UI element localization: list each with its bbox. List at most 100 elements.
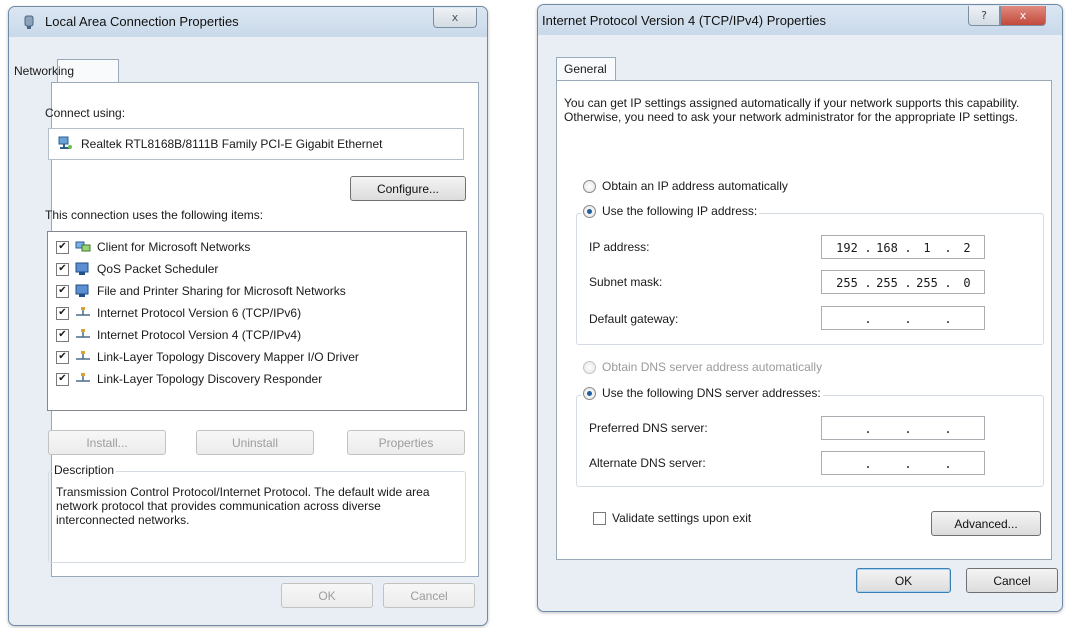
service-icon [75,262,93,276]
item-checkbox[interactable]: ✔ [56,284,69,298]
tab-general[interactable]: General [556,57,616,81]
list-item[interactable]: ✔ Internet Protocol Version 4 (TCP/IPv4) [56,324,466,346]
obtain-ip-auto-label: Obtain an IP address automatically [602,179,788,193]
description-label: Description [52,463,117,477]
validate-checkbox[interactable] [593,511,606,525]
use-following-dns-label: Use the following DNS server addresses: [602,386,821,400]
local-area-connection-properties-window: Local Area Connection Properties x Netwo… [8,6,488,626]
item-label: Internet Protocol Version 4 (TCP/IPv4) [97,328,302,342]
left-ok-button[interactable]: OK [281,583,373,608]
properties-button[interactable]: Properties [347,430,465,455]
use-following-ip-option[interactable]: Use the following IP address: [581,204,760,218]
ip-address-label: IP address: [589,240,650,254]
tab-networking-label: Networking [14,64,75,78]
help-icon: ? [981,9,987,22]
help-button[interactable]: ? [968,6,1000,26]
item-checkbox[interactable]: ✔ [56,328,69,342]
right-ok-label: OK [894,573,913,588]
tab-general-label: General [564,62,607,76]
obtain-dns-auto-option[interactable]: Obtain DNS server address automatically [583,360,822,374]
protocol-icon [75,306,93,320]
default-gateway-input[interactable]: ... [821,306,985,330]
subnet-mask-label: Subnet mask: [589,275,663,289]
item-label: QoS Packet Scheduler [97,262,219,276]
list-item[interactable]: ✔ QoS Packet Scheduler [56,258,466,280]
item-checkbox[interactable]: ✔ [56,262,69,276]
connection-items-list[interactable]: ✔ Client for Microsoft Networks ✔ QoS Packe… [47,231,467,411]
protocol-icon [75,350,93,364]
left-cancel-label: Cancel [410,588,448,603]
ip-address-input[interactable]: 192 . 168 . 1 . 2 [821,235,985,259]
right-window-title: Internet Protocol Version 4 (TCP/IPv4) P… [542,13,826,28]
left-ok-label: OK [318,588,336,603]
adapter-name: Realtek RTL8168B/8111B Family PCI-E Giga… [81,137,383,151]
item-checkbox[interactable]: ✔ [56,372,69,386]
alternate-dns-input[interactable]: ... [821,451,985,475]
configure-label: Configure... [376,181,440,196]
list-item[interactable]: ✔ Internet Protocol Version 6 (TCP/IPv6) [56,302,466,324]
right-title-bar[interactable]: Internet Protocol Version 4 (TCP/IPv4) P… [538,5,1062,35]
intro-text: You can get IP settings assigned automat… [564,96,1020,124]
item-label: Internet Protocol Version 6 (TCP/IPv6) [97,306,302,320]
use-following-ip-radio[interactable] [583,204,596,218]
ip-octet-3: 1 [923,241,931,255]
item-checkbox[interactable]: ✔ [56,240,69,254]
mask-octet-1: 255 [836,276,858,290]
item-label: Link-Layer Topology Discovery Responder [97,372,323,386]
description-text: Transmission Control Protocol/Internet P… [56,485,430,527]
item-checkbox[interactable]: ✔ [56,306,69,320]
list-item[interactable]: ✔ File and Printer Sharing for Microsoft … [56,280,466,302]
list-item[interactable]: ✔ Link-Layer Topology Discovery Mapper I/… [56,346,466,368]
use-following-dns-option[interactable]: Use the following DNS server addresses: [581,386,823,400]
item-label: Client for Microsoft Networks [97,240,251,254]
left-cancel-button[interactable]: Cancel [383,583,475,608]
right-cancel-button[interactable]: Cancel [966,568,1058,593]
obtain-dns-auto-radio[interactable] [583,360,596,374]
network-connection-icon [24,15,34,29]
list-item[interactable]: ✔ Link-Layer Topology Discovery Responder [56,368,466,390]
install-button[interactable]: Install... [48,430,166,455]
properties-label: Properties [378,435,434,450]
uninstall-label: Uninstall [231,435,279,450]
protocol-icon [75,328,93,342]
subnet-mask-input[interactable]: 255 . 255 . 255 . 0 [821,270,985,294]
use-following-ip-label: Use the following IP address: [602,204,758,218]
ipv4-properties-window: Internet Protocol Version 4 (TCP/IPv4) P… [537,4,1063,612]
ip-octet-4: 2 [963,241,971,255]
configure-button[interactable]: Configure... [350,176,466,201]
install-label: Install... [86,435,128,450]
mask-octet-4: 0 [963,276,971,290]
networking-tab-panel: Connect using: Realtek RTL8168B/8111B Fa… [45,82,479,577]
general-tab-panel: You can get IP settings assigned automat… [556,80,1052,560]
close-icon: x [1019,9,1027,22]
item-label: File and Printer Sharing for Microsoft N… [97,284,346,298]
obtain-ip-auto-option[interactable]: Obtain an IP address automatically [583,179,788,193]
item-checkbox[interactable]: ✔ [56,350,69,364]
ip-octet-2: 168 [876,241,898,255]
default-gateway-label: Default gateway: [589,312,679,326]
uninstall-button[interactable]: Uninstall [196,430,314,455]
tab-networking[interactable]: Networking [14,59,119,83]
right-ok-button[interactable]: OK [856,568,951,593]
items-label: This connection uses the following items… [45,208,264,222]
left-title-bar[interactable]: Local Area Connection Properties x [9,7,487,37]
left-close-button[interactable]: x [433,8,477,28]
mask-octet-3: 255 [916,276,938,290]
list-item[interactable]: ✔ Client for Microsoft Networks [56,236,466,258]
connect-using-label: Connect using: [45,106,126,120]
alternate-dns-label: Alternate DNS server: [589,456,706,470]
ip-octet-1: 192 [836,241,858,255]
left-window-title: Local Area Connection Properties [45,14,239,29]
close-icon: x [451,11,459,24]
item-label: Link-Layer Topology Discovery Mapper I/O… [97,350,359,364]
right-close-button[interactable]: x [1000,6,1046,26]
advanced-label: Advanced... [954,516,1018,531]
preferred-dns-input[interactable]: ... [821,416,985,440]
use-following-dns-radio[interactable] [583,386,596,400]
advanced-button[interactable]: Advanced... [931,511,1041,536]
network-client-icon [75,240,93,254]
obtain-ip-auto-radio[interactable] [583,179,596,193]
service-icon [75,284,93,298]
validate-option[interactable]: Validate settings upon exit [593,511,751,525]
obtain-dns-auto-label: Obtain DNS server address automatically [602,360,823,374]
